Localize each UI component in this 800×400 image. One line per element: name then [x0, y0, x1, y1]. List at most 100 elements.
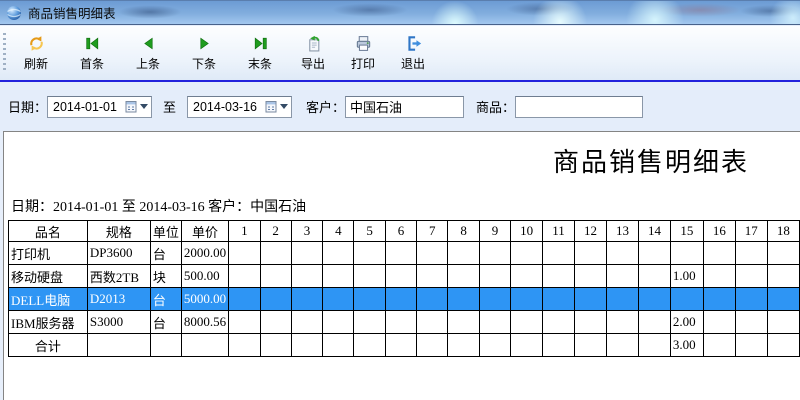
table-cell	[735, 311, 767, 334]
product-input[interactable]	[515, 96, 643, 118]
table-cell	[511, 288, 543, 311]
table-cell	[511, 265, 543, 288]
date-from-value: 2014-01-01	[53, 100, 125, 114]
toolbar-button-label: 首条	[80, 55, 104, 72]
table-cell	[703, 288, 735, 311]
table-row[interactable]: IBM服务器S3000台8000.562.00	[9, 311, 800, 334]
column-header: 4	[323, 221, 354, 242]
print-button[interactable]: 打印	[338, 29, 388, 77]
table-header-row: 品名规格单位单价123456789101112131415161718	[9, 221, 800, 242]
table-cell	[575, 288, 607, 311]
table-cell	[229, 288, 260, 311]
table-cell	[229, 242, 260, 265]
table-cell	[417, 334, 448, 357]
column-header: 14	[638, 221, 670, 242]
table-cell	[638, 242, 670, 265]
table-cell	[354, 311, 385, 334]
table-row[interactable]: 打印机DP3600台2000.00	[9, 242, 800, 265]
toolbar-grip[interactable]	[3, 33, 6, 73]
table-cell	[291, 265, 322, 288]
table-cell	[417, 265, 448, 288]
table-cell: DP3600	[87, 242, 150, 265]
table-row[interactable]: 移动硬盘西数2TB块500.001.00	[9, 265, 800, 288]
table-cell: 台	[150, 288, 181, 311]
table-cell: 2.00	[670, 311, 703, 334]
table-cell	[511, 311, 543, 334]
table-cell	[767, 288, 799, 311]
table-cell	[575, 311, 607, 334]
table-cell	[543, 288, 575, 311]
table-cell	[767, 334, 799, 357]
table-cell: DELL电脑	[9, 288, 88, 311]
toolbar-button-label: 打印	[351, 55, 375, 72]
table-cell: 打印机	[9, 242, 88, 265]
column-header: 6	[385, 221, 416, 242]
first-button[interactable]: 首条	[64, 29, 120, 77]
window-title: 商品销售明细表	[28, 3, 116, 22]
last-record-icon	[252, 35, 269, 52]
table-cell	[291, 311, 322, 334]
table-cell	[291, 334, 322, 357]
toolbar-buttons: 刷新首条上条下条末条 导出 打印退出	[8, 29, 438, 77]
table-cell	[479, 288, 510, 311]
column-header: 18	[767, 221, 799, 242]
table-cell	[417, 242, 448, 265]
table-cell	[354, 334, 385, 357]
table-cell: S3000	[87, 311, 150, 334]
table-cell: 1.00	[670, 265, 703, 288]
customer-label: 客户：	[306, 97, 345, 116]
table-cell	[417, 288, 448, 311]
table-cell	[385, 265, 416, 288]
last-button[interactable]: 末条	[232, 29, 288, 77]
table-cell	[354, 265, 385, 288]
export-icon	[305, 35, 322, 52]
date-to-value: 2014-03-16	[193, 100, 265, 114]
table-cell	[543, 334, 575, 357]
table-cell	[260, 288, 291, 311]
table-cell	[703, 334, 735, 357]
date-from-picker[interactable]: 2014-01-01	[47, 96, 152, 118]
table-cell	[606, 265, 638, 288]
table-row[interactable]: DELL电脑D2013台5000.00	[9, 288, 800, 311]
table-cell: 合计	[9, 334, 88, 357]
table-cell	[638, 334, 670, 357]
toolbar-button-label: 导出	[301, 55, 325, 72]
column-header: 品名	[9, 221, 88, 242]
refresh-button[interactable]: 刷新	[8, 29, 64, 77]
exit-button[interactable]: 退出	[388, 29, 438, 77]
date-label: 日期：	[8, 97, 47, 116]
total-row[interactable]: 合计3.00	[9, 334, 800, 357]
table-cell	[543, 242, 575, 265]
filter-bar: 日期： 2014-01-01 至 2014-03-16 客户： 中国石油 商品：	[0, 82, 800, 131]
table-cell	[448, 288, 479, 311]
table-cell	[448, 334, 479, 357]
column-header: 17	[735, 221, 767, 242]
table-cell: 5000.00	[181, 288, 228, 311]
table-cell	[229, 265, 260, 288]
table-cell	[385, 311, 416, 334]
customer-input[interactable]: 中国石油	[345, 96, 464, 118]
table-cell	[260, 265, 291, 288]
table-cell: 台	[150, 311, 181, 334]
toolbar: 刷新首条上条下条末条 导出 打印退出	[0, 26, 800, 80]
table-cell	[606, 242, 638, 265]
next-button[interactable]: 下条	[176, 29, 232, 77]
column-header: 10	[511, 221, 543, 242]
report-subtitle: 日期：2014-01-01 至 2014-03-16 客户：中国石油	[11, 196, 306, 216]
table-cell: 台	[150, 242, 181, 265]
date-to-picker[interactable]: 2014-03-16	[187, 96, 292, 118]
column-header: 12	[575, 221, 607, 242]
table-cell	[260, 334, 291, 357]
table-cell	[323, 265, 354, 288]
report-title: 商品销售明细表	[553, 142, 749, 179]
column-header: 13	[606, 221, 638, 242]
export-button[interactable]: 导出	[288, 29, 338, 77]
prev-button[interactable]: 上条	[120, 29, 176, 77]
table-cell	[385, 242, 416, 265]
title-bar: 商品销售明细表	[0, 0, 800, 25]
table-cell	[543, 311, 575, 334]
dropdown-arrow-icon	[140, 104, 148, 109]
table-cell	[638, 265, 670, 288]
customer-value: 中国石油	[350, 97, 402, 116]
toolbar-button-label: 末条	[248, 55, 272, 72]
